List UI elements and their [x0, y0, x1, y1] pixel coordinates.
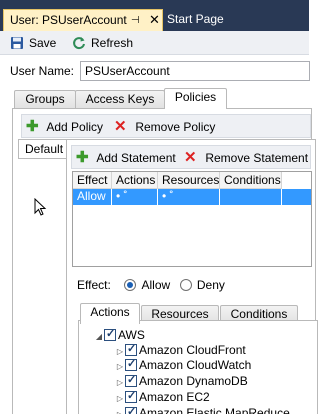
tree-node-emr[interactable]: ▷ Amazon Elastic MapReduce	[115, 405, 290, 414]
tab-conditions-label: Conditions	[230, 307, 288, 321]
tab-policies-label: Policies	[174, 90, 217, 104]
remove-policy-button[interactable]: ✕ Remove Policy	[114, 119, 215, 135]
tree-item-label: Amazon Elastic MapReduce	[139, 406, 290, 414]
cell-resources: • ˚	[158, 189, 220, 205]
tab-resources-label: Resources	[151, 307, 209, 321]
chevron-right-icon[interactable]: ▷	[115, 375, 125, 390]
cell-actions: • ˚	[112, 189, 158, 205]
remove-statement-button[interactable]: ✕ Remove Statement	[184, 150, 308, 166]
checkbox-icon[interactable]	[125, 405, 137, 414]
tab-start-label: Start Page	[167, 12, 224, 26]
tab-groups[interactable]: Groups	[14, 90, 76, 108]
tree-item-label: Amazon DynamoDB	[139, 374, 248, 388]
tree-node-cloudwatch[interactable]: ▷ Amazon CloudWatch	[115, 357, 252, 374]
editor-toolbar: Save Refresh	[0, 31, 309, 55]
checkbox-icon[interactable]	[125, 357, 137, 372]
effect-allow-radio[interactable]: Allow	[124, 278, 173, 292]
column-header-conditions[interactable]: Conditions	[220, 172, 282, 189]
save-label: Save	[29, 36, 57, 50]
user-name-input[interactable]	[80, 61, 310, 81]
column-header-actions[interactable]: Actions	[112, 172, 158, 189]
radio-deny-icon	[179, 279, 192, 291]
effect-label: Effect:	[77, 278, 111, 292]
tree-root-label: AWS	[118, 328, 145, 342]
remove-statement-label: Remove Statement	[205, 151, 309, 165]
effect-row: Effect: Allow Deny	[77, 278, 225, 294]
remove-icon: ✕	[114, 118, 127, 135]
checkbox-icon[interactable]	[125, 373, 137, 388]
tab-policies[interactable]: Policies	[164, 88, 227, 109]
policy-default-tab[interactable]: Default	[18, 139, 66, 159]
tab-start-page[interactable]: Start Page	[161, 9, 261, 31]
tree-node-aws[interactable]: ◢ AWS	[94, 327, 145, 344]
add-icon: ✚	[76, 149, 89, 166]
close-icon[interactable]: ✕	[149, 9, 160, 30]
policy-toolbar: ✚ Add Policy ✕ Remove Policy	[21, 114, 311, 138]
refresh-icon	[73, 37, 85, 50]
save-button[interactable]: Save	[10, 34, 56, 52]
refresh-button[interactable]: Refresh	[72, 34, 133, 52]
document-tab-strip: User: PSUserAccount ⊣ ✕ Start Page	[0, 0, 309, 31]
add-statement-label: Add Statement	[96, 151, 176, 165]
statement-toolbar: ✚ Add Statement ✕ Remove Statement	[71, 145, 311, 169]
policy-default-label: Default	[25, 142, 64, 156]
checkbox-icon[interactable]	[125, 389, 137, 404]
cell-effect: Allow	[73, 189, 112, 205]
effect-deny-label: Deny	[196, 278, 225, 292]
statement-grid[interactable]: Effect Actions Resources Conditions Allo…	[72, 171, 312, 267]
refresh-label: Refresh	[91, 36, 134, 50]
effect-deny-radio[interactable]: Deny	[179, 278, 225, 292]
checkbox-icon[interactable]	[125, 342, 137, 357]
pin-icon[interactable]: ⊣	[131, 10, 140, 31]
add-policy-label: Add Policy	[46, 120, 104, 134]
tab-actions-label: Actions	[90, 305, 130, 319]
add-policy-button[interactable]: ✚ Add Policy	[26, 119, 103, 135]
add-statement-button[interactable]: ✚ Add Statement	[76, 150, 176, 166]
mouse-cursor-icon	[34, 198, 47, 216]
chevron-right-icon[interactable]: ▷	[115, 407, 125, 414]
cell-conditions	[220, 189, 282, 205]
tab-user-account[interactable]: User: PSUserAccount ⊣ ✕	[3, 9, 163, 31]
effect-allow-label: Allow	[141, 278, 171, 292]
chevron-right-icon[interactable]: ▷	[115, 391, 125, 406]
column-header-effect[interactable]: Effect	[73, 172, 112, 189]
tab-groups-label: Groups	[25, 92, 65, 106]
remove-policy-label: Remove Policy	[135, 120, 216, 134]
tree-item-label: Amazon CloudFront	[139, 343, 246, 357]
tab-actions[interactable]: Actions	[80, 303, 140, 324]
radio-allow-icon	[124, 279, 137, 291]
expand-arrow-icon[interactable]: ◢	[94, 329, 104, 344]
column-header-resources[interactable]: Resources	[158, 172, 220, 189]
tree-item-label: Amazon CloudWatch	[139, 358, 252, 372]
user-name-label: User Name:	[10, 64, 75, 78]
save-icon	[11, 37, 23, 49]
table-row[interactable]: Allow • ˚ • ˚	[73, 189, 311, 205]
tree-node-cloudfront[interactable]: ▷ Amazon CloudFront	[115, 342, 246, 359]
chevron-right-icon[interactable]: ▷	[115, 344, 125, 359]
tree-item-label: Amazon EC2	[139, 390, 210, 404]
checkbox-icon[interactable]	[104, 327, 116, 342]
chevron-right-icon[interactable]: ▷	[115, 359, 125, 374]
tree-node-dynamodb[interactable]: ▷ Amazon DynamoDB	[115, 373, 248, 390]
remove-icon: ✕	[184, 149, 197, 166]
tab-access-keys-label: Access Keys	[85, 92, 155, 106]
tree-node-ec2[interactable]: ▷ Amazon EC2	[115, 389, 210, 406]
tab-access-keys[interactable]: Access Keys	[75, 90, 165, 108]
tab-user-label: User: PSUserAccount	[10, 13, 127, 27]
add-icon: ✚	[26, 118, 39, 135]
